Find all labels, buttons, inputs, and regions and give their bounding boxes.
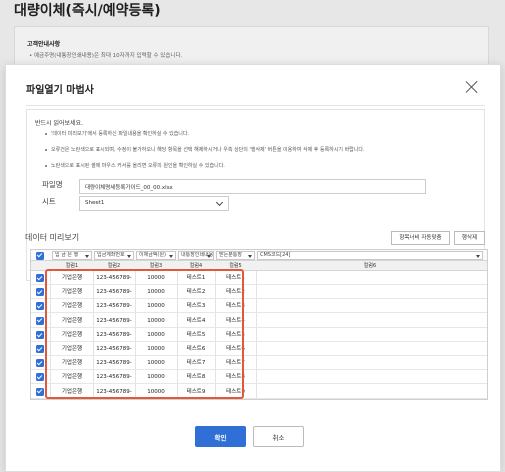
delete-row-button[interactable]: 행삭제 [454, 231, 485, 245]
confirm-button[interactable]: 확인 [195, 426, 246, 447]
table-cell[interactable]: 10000 [136, 328, 176, 342]
cancel-button[interactable]: 취소 [253, 426, 304, 447]
sheet-select-value: Sheet1 [85, 200, 105, 206]
table-cell[interactable]: 테스트6 [216, 342, 255, 356]
auto-fit-columns-button[interactable]: 항목너비 자동맞춤 [391, 231, 450, 245]
table-cell[interactable]: 기업은행 [52, 385, 92, 399]
table-cell[interactable]: 10000 [136, 342, 176, 356]
table-row: 기업은행 123-456789- 10000 테스트6 테스트6 [31, 342, 487, 356]
table-cell[interactable]: 10000 [136, 356, 176, 370]
table-cell[interactable]: 테스트7 [216, 356, 255, 370]
column-header: 컬럼4 [189, 263, 203, 269]
table-cell[interactable]: 10000 [136, 314, 176, 328]
file-name-field[interactable]: 대량이체명세등록가이드_00_00.xlsx [79, 179, 426, 194]
table-cell[interactable]: 기업은행 [52, 314, 92, 328]
table-cell[interactable]: 기업은행 [52, 299, 92, 313]
table-cell[interactable]: 테스트3 [216, 299, 255, 313]
row-checkbox[interactable] [36, 359, 44, 368]
row-checkbox[interactable] [36, 373, 44, 382]
table-cell[interactable]: 테스트1 [178, 271, 214, 285]
info-item: '데이터 미리보기'에서 등록하신 파일내용을 확인하실 수 있습니다. [45, 130, 189, 137]
table-cell[interactable]: 기업은행 [52, 356, 92, 370]
chevron-down-icon [215, 198, 224, 207]
info-item: 노란색으로 표시된 셀에 마우스 커서를 올리면 오류의 원인을 확인하실 수 … [45, 162, 225, 169]
table-cell[interactable]: 10000 [136, 385, 176, 399]
file-name-label: 파일명 [42, 180, 63, 189]
table-cell[interactable]: 123-456789- [94, 370, 134, 384]
sheet-select[interactable]: Sheet1 [79, 196, 229, 211]
table-cell[interactable]: 테스트8 [178, 370, 214, 384]
table-cell[interactable]: 테스트5 [216, 328, 255, 342]
file-open-wizard-dialog: 파일열기 마법사 반드시 읽어보세요. '데이터 미리보기'에서 등록하신 파일… [5, 64, 501, 472]
table-cell[interactable]: 10000 [136, 370, 176, 384]
column-mapping-select[interactable]: 받는분통장 [216, 251, 255, 260]
table-cell[interactable]: 테스트2 [216, 285, 255, 299]
table-row: 기업은행 123-456789- 10000 테스트2 테스트2 [31, 285, 487, 300]
column-mapping-select[interactable]: 입금계좌번호 [94, 251, 134, 260]
row-checkbox[interactable] [36, 387, 44, 396]
column-mapping-select[interactable]: 내통장인쇄내용 [178, 251, 214, 260]
table-row: 기업은행 123-456789- 10000 테스트4 테스트4 [31, 314, 487, 328]
row-checkbox[interactable] [36, 316, 44, 325]
column-header: 컬럼6 [363, 263, 377, 269]
column-header: 컬럼1 [65, 263, 79, 269]
table-cell[interactable]: 123-456789- [94, 271, 134, 285]
table-cell[interactable]: 테스트9 [178, 385, 214, 399]
table-row: 기업은행 123-456789- 10000 테스트1 테스트1 [31, 271, 487, 285]
table-cell[interactable]: 기업은행 [52, 328, 92, 342]
info-title: 반드시 읽어보세요. [35, 120, 83, 127]
row-checkbox[interactable] [36, 330, 44, 339]
table-row: 기업은행 123-456789- 10000 테스트8 테스트8 [31, 370, 487, 385]
table-cell[interactable]: 기업은행 [52, 370, 92, 384]
table-cell[interactable]: 123-456789- [94, 285, 134, 299]
column-header-row: 컬럼1 컬럼2 컬럼3 컬럼4 컬럼5 컬럼6 [31, 261, 487, 271]
dialog-title: 파일열기 마법사 [26, 85, 94, 96]
info-item: 오류건은 노란색으로 표시되며, 수정이 불가하오니 해당 항목을 선택 해제하… [45, 146, 365, 153]
sheet-label: 시트 [42, 197, 56, 206]
table-row: 기업은행 123-456789- 10000 테스트7 테스트7 [31, 356, 487, 371]
divider [26, 105, 485, 106]
table-cell[interactable]: 테스트1 [216, 271, 255, 285]
table-cell[interactable]: 테스트4 [216, 314, 255, 328]
data-preview-grid: 입 금 은 행 입금계좌번호 이체금액(원) 내통장인쇄내용 받는분통장 CMS… [30, 249, 488, 400]
row-checkbox[interactable] [36, 302, 44, 311]
table-cell[interactable]: 123-456789- [94, 299, 134, 313]
table-cell[interactable]: 테스트5 [178, 328, 214, 342]
table-cell[interactable]: 테스트7 [178, 356, 214, 370]
table-cell[interactable]: 123-456789- [94, 385, 134, 399]
table-cell[interactable]: 기업은행 [52, 271, 92, 285]
table-row: 기업은행 123-456789- 10000 테스트9 테스트9 [31, 385, 487, 399]
column-mapping-select[interactable]: 입 금 은 행 [52, 251, 92, 260]
table-cell[interactable]: 테스트4 [178, 314, 214, 328]
table-cell[interactable]: 테스트2 [178, 285, 214, 299]
column-header: 컬럼5 [229, 263, 242, 269]
table-cell[interactable]: 기업은행 [52, 342, 92, 356]
table-cell[interactable]: 10000 [136, 285, 176, 299]
table-cell[interactable]: 10000 [136, 271, 176, 285]
table-cell[interactable]: 테스트9 [216, 385, 255, 399]
table-cell[interactable]: 123-456789- [94, 314, 134, 328]
table-cell[interactable]: 123-456789- [94, 342, 134, 356]
column-header: 컬럼2 [107, 263, 121, 269]
table-row: 기업은행 123-456789- 10000 테스트5 테스트5 [31, 328, 487, 342]
table-cell[interactable]: 테스트3 [178, 299, 214, 313]
table-row: 기업은행 123-456789- 10000 테스트3 테스트3 [31, 299, 487, 314]
row-checkbox[interactable] [36, 345, 44, 353]
row-checkbox[interactable] [36, 288, 44, 297]
mapping-dropdown-row: 입 금 은 행 입금계좌번호 이체금액(원) 내통장인쇄내용 받는분통장 CMS… [31, 250, 487, 261]
column-mapping-select[interactable]: 이체금액(원) [136, 251, 176, 260]
table-cell[interactable]: 123-456789- [94, 356, 134, 370]
data-preview-label: 데이터 미리보기 [25, 233, 80, 242]
table-cell[interactable]: 기업은행 [52, 285, 92, 299]
column-header: 컬럼3 [149, 263, 163, 269]
column-mapping-select[interactable]: CMS코드[24] [257, 251, 483, 260]
table-cell[interactable]: 10000 [136, 299, 176, 313]
table-cell[interactable]: 테스트8 [216, 370, 255, 384]
row-checkbox[interactable] [36, 274, 44, 282]
table-cell[interactable]: 테스트6 [178, 342, 214, 356]
select-all-checkbox[interactable] [36, 251, 44, 260]
table-cell[interactable]: 123-456789- [94, 328, 134, 342]
close-icon[interactable] [464, 79, 480, 95]
